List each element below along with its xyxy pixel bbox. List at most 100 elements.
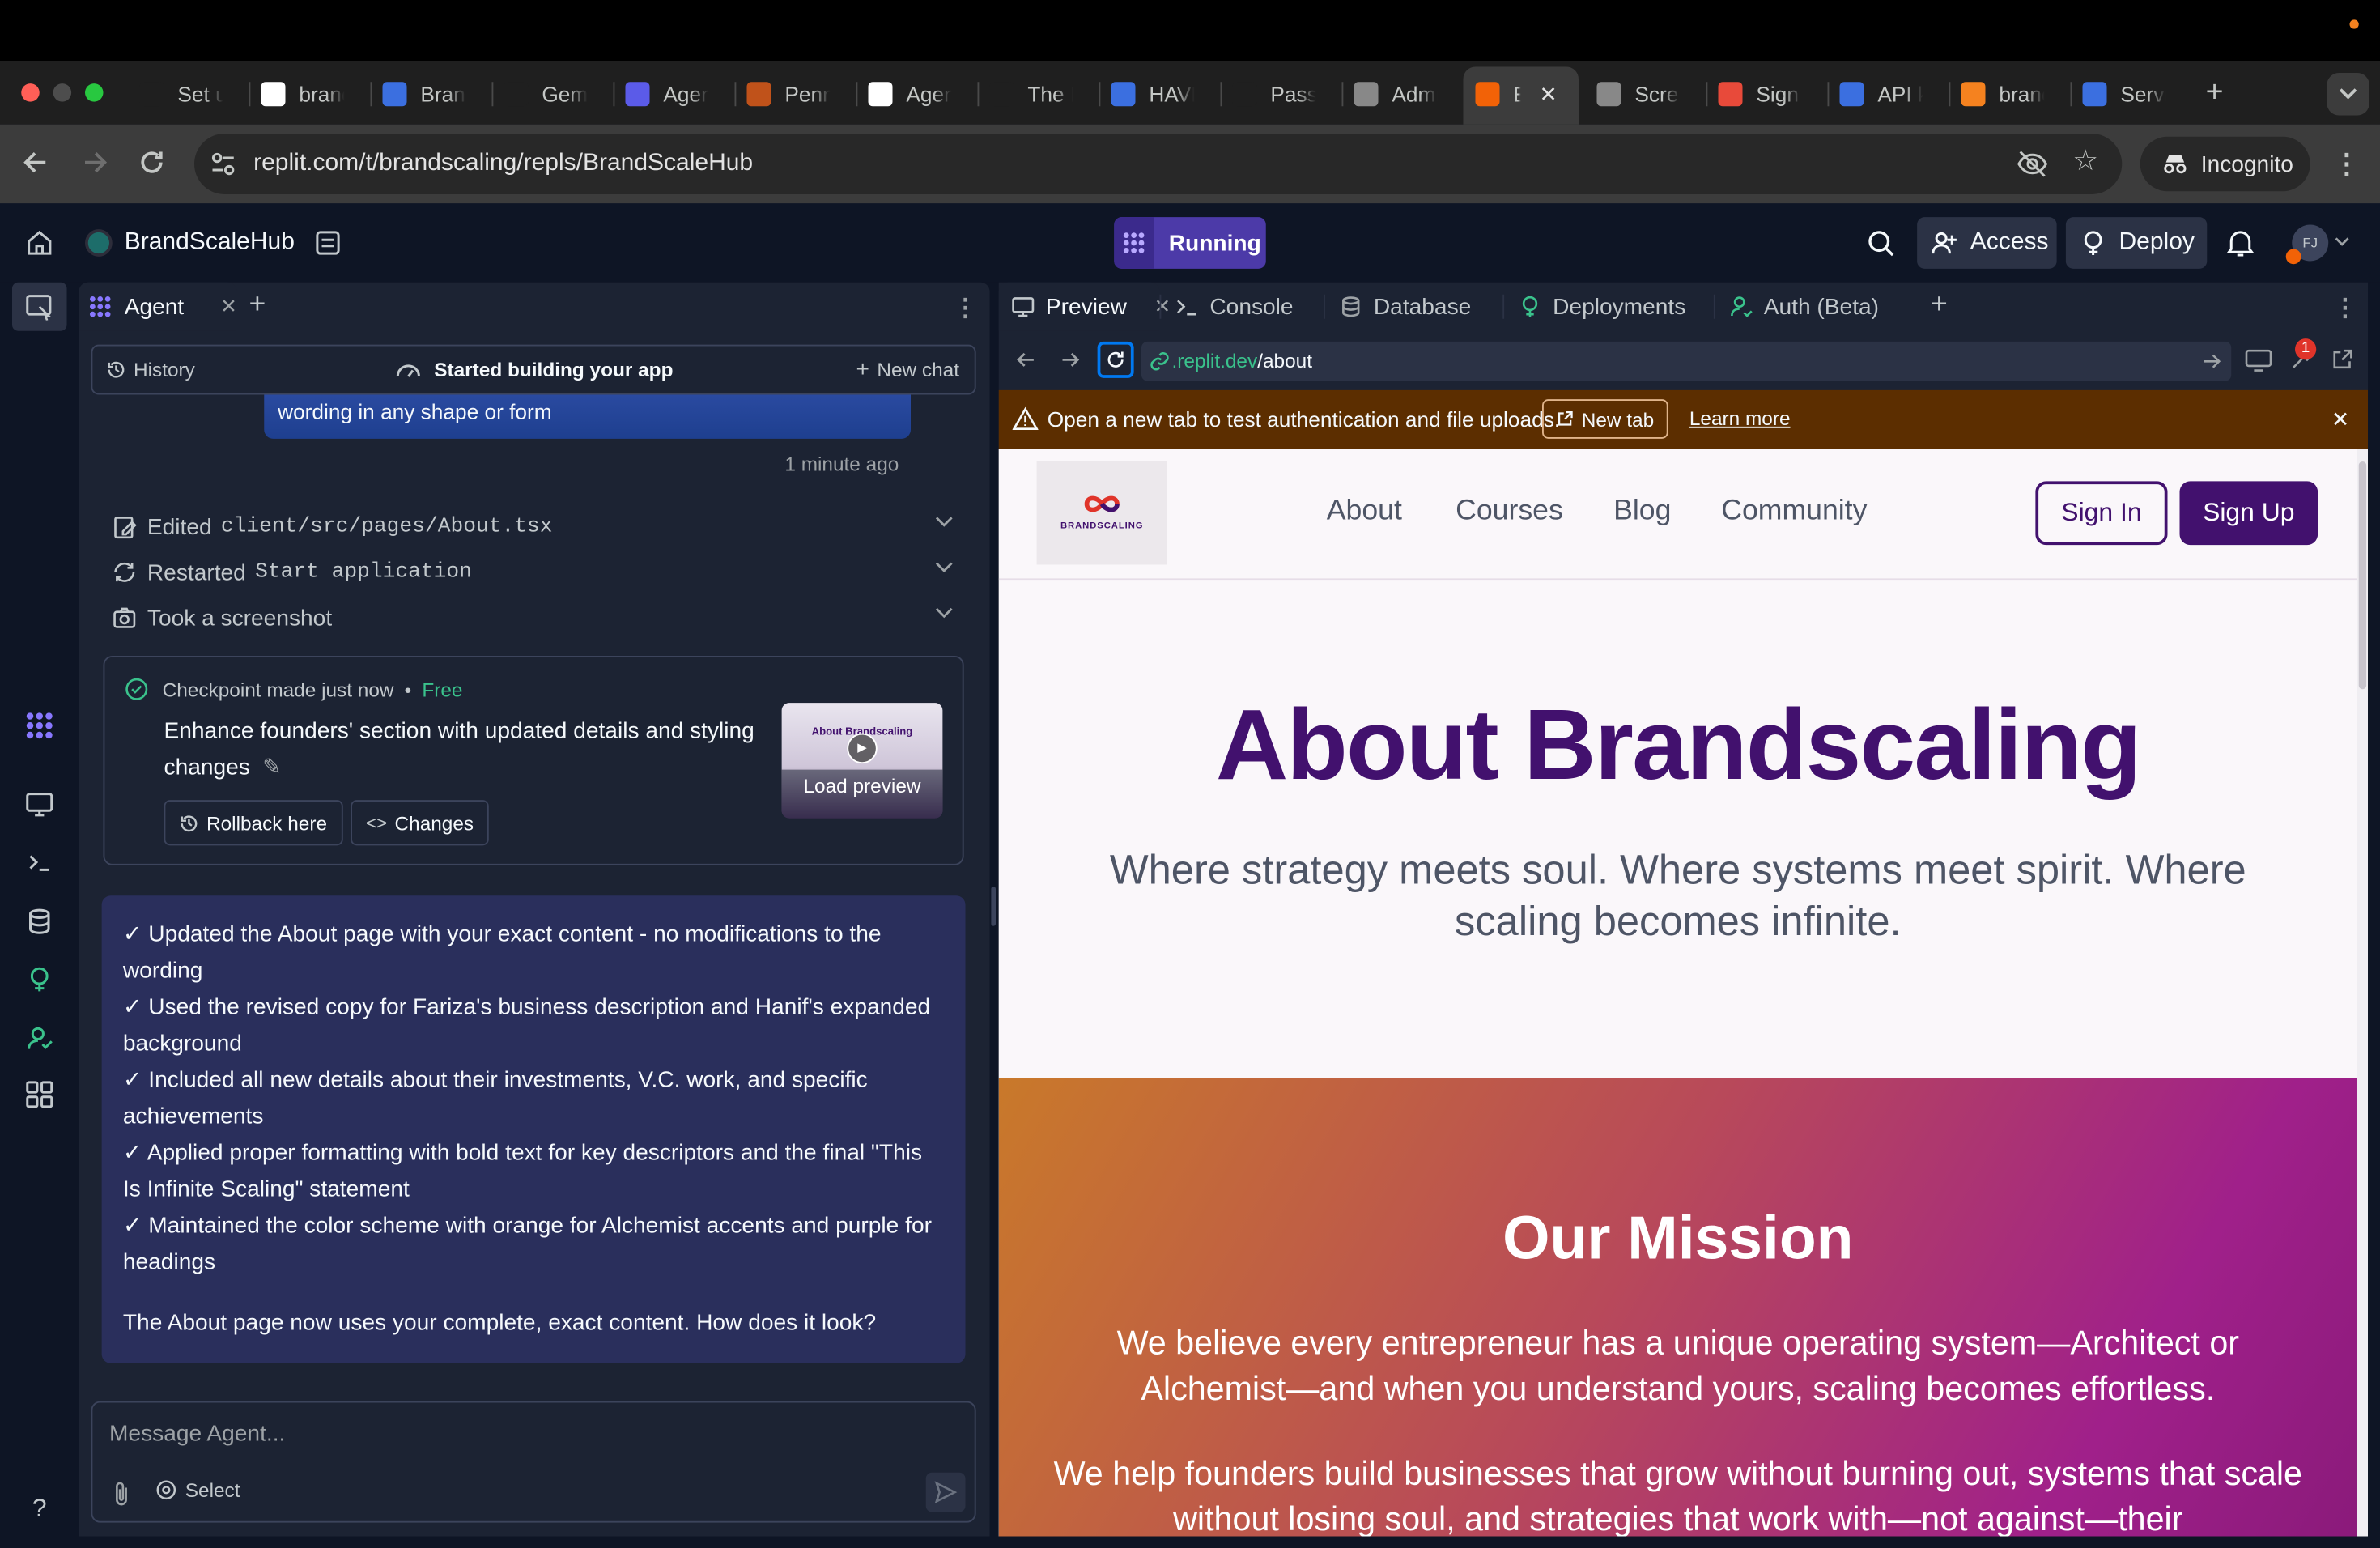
new-tab-icon[interactable]: +: [2198, 76, 2231, 109]
browser-tab[interactable]: Branc: [382, 73, 477, 116]
tab-search-button[interactable]: [2327, 73, 2369, 116]
omnibox[interactable]: replit.com/t/brandscaling/repls/BrandSca…: [194, 134, 2123, 194]
chevron-down-icon[interactable]: [935, 517, 954, 529]
learn-more-link[interactable]: Learn more: [1689, 407, 1791, 430]
site-nav-link[interactable]: Courses: [1456, 495, 1563, 528]
action-row[interactable]: Restarted Start application: [113, 555, 954, 589]
bookmark-star-icon[interactable]: ☆: [2071, 147, 2102, 178]
browser-tab[interactable]: Admi: [1354, 73, 1448, 116]
preview-tab[interactable]: Deployments: [1518, 283, 1685, 331]
reload-icon[interactable]: [137, 147, 168, 178]
preview-url-bar[interactable]: .replit.dev/about: [1141, 341, 2232, 381]
console-icon[interactable]: [24, 847, 55, 878]
message-input[interactable]: Message Agent...: [109, 1421, 929, 1454]
chevron-down-icon[interactable]: [935, 607, 954, 619]
browser-tab[interactable]: Scre: [1596, 73, 1691, 116]
sign-in-button[interactable]: Sign In: [2035, 481, 2168, 546]
open-new-window-icon[interactable]: [2330, 347, 2354, 372]
sign-up-button[interactable]: Sign Up: [2179, 481, 2318, 546]
chevron-down-icon[interactable]: [935, 562, 954, 574]
browser-tab[interactable]: Agen: [868, 73, 963, 116]
attach-paperclip-icon[interactable]: [111, 1480, 132, 1508]
back-arrow-icon[interactable]: [21, 147, 52, 178]
browser-tab[interactable]: Pass: [1232, 73, 1327, 116]
edit-pencil-icon[interactable]: ✎: [262, 755, 282, 780]
database-icon[interactable]: [24, 906, 55, 937]
incognito-badge[interactable]: Incognito: [2140, 136, 2310, 192]
browser-tab[interactable]: The I: [989, 73, 1084, 116]
window-zoom-button[interactable]: [85, 83, 104, 102]
webview-icon[interactable]: [24, 789, 55, 820]
close-preview-tab-icon[interactable]: ✕: [1154, 295, 1171, 319]
search-icon[interactable]: [1865, 228, 1896, 258]
browser-tab[interactable]: E: [1475, 73, 1521, 116]
deployments-icon[interactable]: [24, 964, 55, 995]
close-agent-tab-icon[interactable]: ✕: [220, 295, 236, 319]
go-arrow-icon[interactable]: [2201, 351, 2222, 372]
browser-tab[interactable]: Penn: [746, 73, 841, 116]
agent-menu-icon[interactable]: ⋮: [954, 293, 978, 324]
preview-back-icon[interactable]: [1014, 347, 1039, 372]
agent-tab[interactable]: Agent ✕: [79, 282, 237, 331]
forward-arrow-icon[interactable]: [79, 147, 110, 178]
new-tab-button[interactable]: New tab: [1542, 399, 1668, 439]
preview-menu-icon[interactable]: ⋮: [2333, 293, 2357, 324]
site-logo[interactable]: BRANDSCALING: [1036, 461, 1167, 565]
preview-forward-icon[interactable]: [1058, 347, 1082, 372]
history-button[interactable]: History: [106, 359, 195, 381]
preview-reload-button[interactable]: [1097, 341, 1134, 378]
home-icon[interactable]: [24, 228, 55, 258]
preview-tab[interactable]: Preview ✕: [1011, 283, 1171, 331]
browser-tab[interactable]: Agen: [625, 73, 720, 116]
window-close-button[interactable]: [21, 83, 40, 102]
notifications-bell-icon[interactable]: [2226, 228, 2255, 258]
window-minimize-button[interactable]: [53, 83, 72, 102]
rollback-button[interactable]: Rollback here: [164, 800, 342, 846]
preview-scrollbar[interactable]: [2357, 449, 2368, 1537]
project-avatar-icon[interactable]: [85, 229, 113, 257]
preview-scroll-thumb[interactable]: [2358, 461, 2367, 690]
access-button[interactable]: Access: [1917, 217, 2057, 269]
close-tab-icon[interactable]: ✕: [1535, 80, 1562, 108]
site-nav-link[interactable]: About: [1327, 495, 1402, 528]
browser-tab[interactable]: Gemi: [504, 73, 598, 116]
url-text[interactable]: replit.com/t/brandscaling/repls/BrandSca…: [253, 149, 753, 180]
browser-tab[interactable]: API k: [1839, 73, 1934, 116]
browser-tab[interactable]: Servi: [2082, 73, 2177, 116]
site-nav-link[interactable]: Community: [1721, 495, 1867, 528]
avatar-chevron-icon[interactable]: [2335, 236, 2350, 248]
preview-tab[interactable]: Database: [1339, 283, 1471, 331]
checkpoint-thumbnail[interactable]: About Brandscaling ▶ Load preview: [781, 703, 943, 819]
deploy-button[interactable]: Deploy: [2065, 217, 2208, 269]
browser-tab[interactable]: Sign: [1718, 73, 1813, 116]
eye-off-icon[interactable]: [2016, 149, 2049, 180]
browser-tab[interactable]: branc: [261, 73, 355, 116]
project-name[interactable]: BrandScaleHub: [125, 228, 295, 258]
files-panel-icon[interactable]: [312, 228, 343, 258]
close-banner-icon[interactable]: ✕: [2331, 407, 2349, 433]
agent-grid-icon[interactable]: [24, 711, 55, 742]
site-nav-link[interactable]: Blog: [1613, 495, 1671, 528]
preview-url[interactable]: .replit.dev/about: [1172, 349, 1312, 373]
run-status-button[interactable]: Running: [1114, 217, 1266, 269]
changes-button[interactable]: <> Changes: [351, 800, 489, 846]
browser-tab[interactable]: branc: [1961, 73, 2055, 116]
rail-active-slot[interactable]: [12, 282, 67, 331]
new-chat-button[interactable]: + New chat: [856, 357, 959, 383]
all-tools-grid-icon[interactable]: [24, 1079, 55, 1110]
device-preview-icon[interactable]: [2245, 347, 2272, 372]
panel-resize-handle[interactable]: [991, 887, 996, 926]
browser-tab[interactable]: Set u: [139, 73, 234, 116]
preview-tab[interactable]: Auth (Beta): [1729, 283, 1879, 331]
action-row[interactable]: Edited client/src/pages/About.tsx: [113, 510, 954, 543]
add-tab-icon[interactable]: +: [249, 290, 266, 319]
auth-user-icon[interactable]: [24, 1023, 55, 1054]
add-pane-tab-icon[interactable]: +: [1931, 290, 1948, 319]
site-info-icon[interactable]: [208, 149, 239, 180]
browser-menu-icon[interactable]: ⋮: [2333, 149, 2361, 180]
preview-tab[interactable]: Console: [1175, 283, 1294, 331]
action-row[interactable]: Took a screenshot: [113, 602, 954, 635]
help-icon[interactable]: ?: [24, 1494, 55, 1525]
send-button[interactable]: [925, 1472, 966, 1512]
browser-tab[interactable]: HAVE: [1111, 73, 1205, 116]
